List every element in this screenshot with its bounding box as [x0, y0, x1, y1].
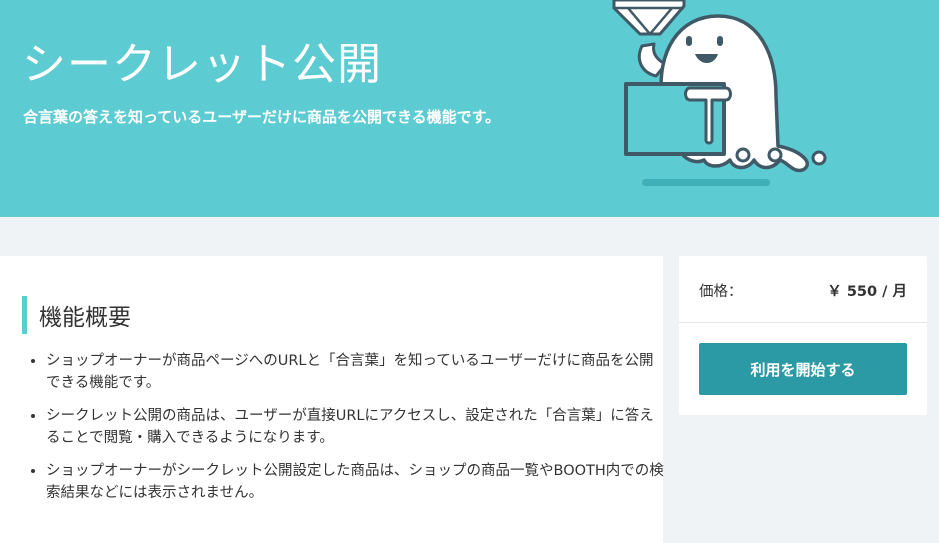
price-label: 価格：	[699, 284, 743, 300]
price-card: 価格： ￥ 550 / 月 利用を開始する	[679, 256, 927, 415]
section-heading-text: 機能概要	[39, 305, 131, 331]
list-item: シークレット公開の商品は、ユーザーが直接URLにアクセスし、設定された「合言葉」…	[46, 405, 666, 449]
page-title: シークレット公開	[22, 39, 382, 90]
start-using-button[interactable]: 利用を開始する	[699, 343, 907, 395]
page-subtitle: 合言葉の答えを知っているユーザーだけに商品を公開できる機能です。	[23, 108, 501, 126]
section-heading: 機能概要	[22, 296, 131, 334]
price-value: ￥ 550 / 月	[827, 284, 907, 300]
hero-banner: シークレット公開 合言葉の答えを知っているユーザーだけに商品を公開できる機能です…	[0, 0, 939, 217]
price-row: 価格： ￥ 550 / 月	[679, 256, 927, 323]
feature-list: ショップオーナーが商品ページへのURLと「合言葉」を知っているユーザーだけに商品…	[22, 350, 666, 515]
list-item: ショップオーナーが商品ページへのURLと「合言葉」を知っているユーザーだけに商品…	[46, 350, 666, 394]
ghost-with-diamond-and-box-icon	[612, 0, 827, 186]
list-item: ショップオーナーがシークレット公開設定した商品は、ショップの商品一覧やBOOTH…	[46, 460, 666, 504]
